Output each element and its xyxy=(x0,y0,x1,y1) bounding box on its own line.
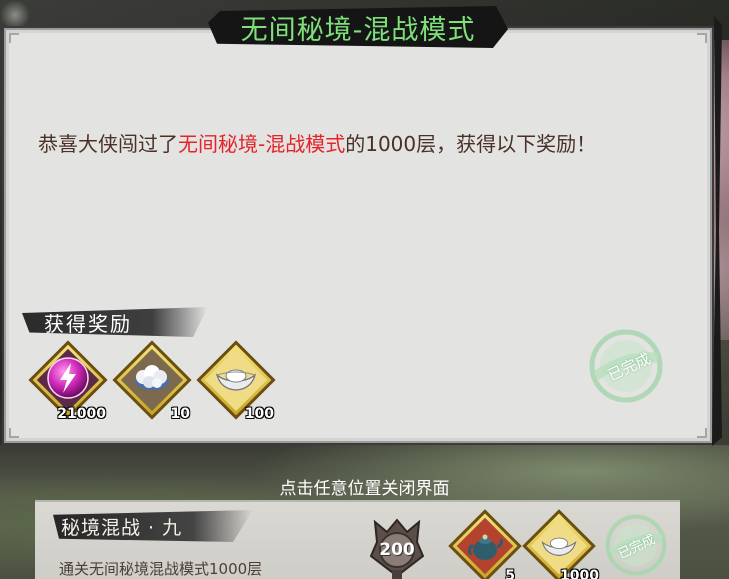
corner-ornament xyxy=(697,428,707,438)
completed-seal-icon: 已完成 xyxy=(601,510,671,579)
corner-ornament xyxy=(9,33,19,43)
achievement-points: 200 xyxy=(379,540,415,560)
reward-message: 恭喜大侠闯过了无间秘境-混战模式的1000层，获得以下奖励！ xyxy=(38,128,690,160)
reward-item-orb[interactable]: 21000 xyxy=(28,340,108,422)
purple-energy-orb-icon xyxy=(44,354,92,402)
achievement-points-badge: 200 xyxy=(367,516,427,579)
item-count: 21000 xyxy=(57,406,106,422)
message-suffix: 的1000层，获得以下奖励！ xyxy=(345,132,597,156)
achievement-reward-teapot[interactable]: 5 xyxy=(448,509,522,579)
reward-section-header: 获得奖励 xyxy=(22,307,208,337)
close-hint[interactable]: 点击任意位置关闭界面 xyxy=(0,474,729,499)
background-foliage xyxy=(0,0,30,30)
item-count: 1000 xyxy=(560,568,599,579)
achievement-card[interactable]: 秘境混战 · 九 通关无间秘境混战模式1000层 200 5 1000 已完成 xyxy=(35,500,680,579)
achievement-reward-ingot[interactable]: 1000 xyxy=(522,509,599,579)
white-ore-icon xyxy=(128,354,176,402)
reward-item-ore[interactable]: 10 xyxy=(112,340,192,422)
achievement-description: 通关无间秘境混战模式1000层 xyxy=(59,560,263,578)
achievement-title-bar: 秘境混战 · 九 xyxy=(53,510,253,542)
achievement-title: 秘境混战 · 九 xyxy=(61,516,183,539)
corner-ornament xyxy=(697,33,707,43)
reward-dialog[interactable]: 恭喜大侠闯过了无间秘境-混战模式的1000层，获得以下奖励！ 获得奖励 2100… xyxy=(4,28,712,443)
teapot-icon xyxy=(462,522,508,568)
item-count: 5 xyxy=(505,568,515,579)
completed-seal-icon: 已完成 xyxy=(584,324,668,408)
reward-section-label: 获得奖励 xyxy=(44,311,132,336)
silver-ingot-icon xyxy=(536,522,582,568)
silver-ingot-icon xyxy=(212,354,260,402)
reward-item-ingot[interactable]: 100 xyxy=(196,340,276,422)
item-count: 100 xyxy=(244,406,274,422)
message-prefix: 恭喜大侠闯过了 xyxy=(38,132,178,156)
message-highlight: 无间秘境-混战模式 xyxy=(178,132,346,156)
corner-ornament xyxy=(9,428,19,438)
dialog-title: 无间秘境-混战模式 xyxy=(240,14,476,46)
dialog-title-banner: 无间秘境-混战模式 xyxy=(208,6,508,48)
item-count: 10 xyxy=(170,406,190,422)
